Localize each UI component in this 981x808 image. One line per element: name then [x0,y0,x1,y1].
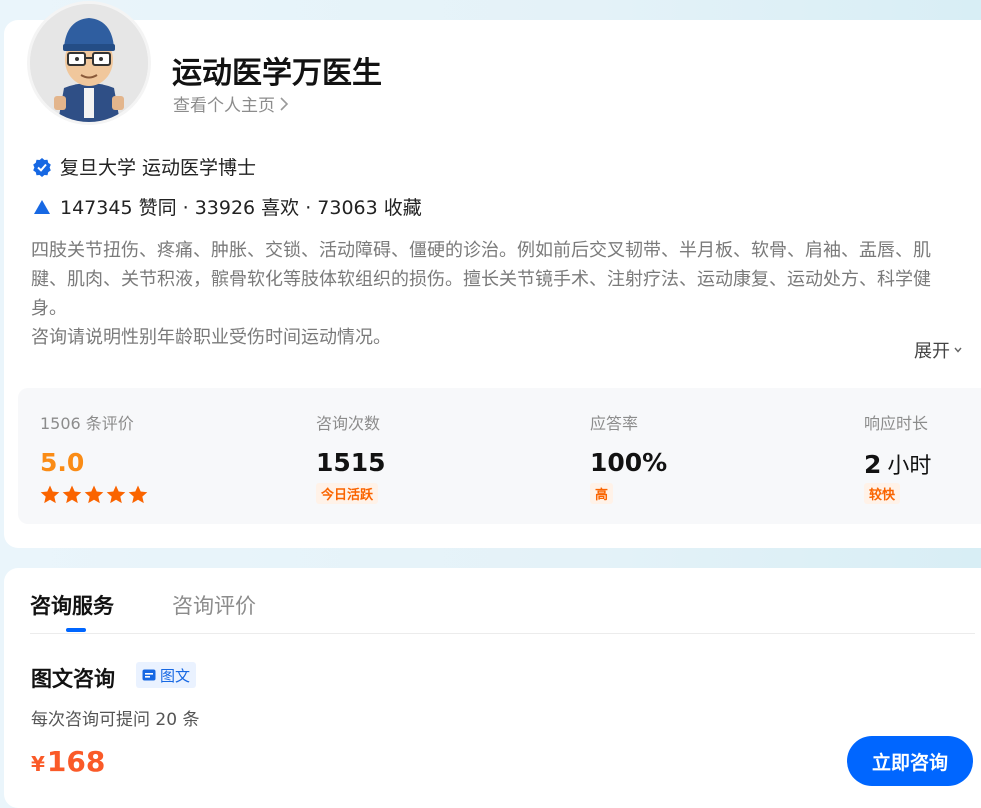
answer-rate-value: 100% [590,448,668,477]
credential-text: 复旦大学 运动医学博士 [60,157,257,179]
answer-rate-label: 应答率 [590,414,639,433]
currency-symbol: ¥ [31,752,45,776]
response-time-value: 2 小时 [864,448,931,480]
service-badge: 图文 [136,662,197,688]
response-time-number: 2 [864,450,882,479]
response-time-tag: 较快 [864,483,901,504]
engagement-text: 147345 赞同 · 33926 喜欢 · 73063 收藏 [60,197,422,219]
consults-value: 1515 [316,448,386,477]
expand-button[interactable]: 展开 [914,337,963,363]
view-homepage-link[interactable]: 查看个人主页 [173,91,289,116]
service-card [4,568,981,808]
expand-label: 展开 [914,341,950,362]
service-price: ¥168 [31,745,105,778]
response-time-unit: 小时 [887,454,932,479]
service-badge-label: 图文 [160,666,191,685]
stats-panel: 1506 条评价 5.0 咨询次数 1515 今日活跃 应答率 100% 高 响… [18,388,981,524]
tab-divider [30,633,975,634]
service-subtitle: 每次咨询可提问 20 条 [31,710,200,730]
triangle-up-icon [34,199,50,214]
star-icon [128,485,148,504]
service-title: 图文咨询 [31,667,115,691]
response-time-label: 响应时长 [864,414,929,433]
view-homepage-label: 查看个人主页 [173,96,275,116]
tab-consult-service[interactable]: 咨询服务 [30,590,114,620]
doctor-description: 四肢关节扭伤、疼痛、肿胀、交锁、活动障碍、僵硬的诊治。例如前后交叉韧带、半月板、… [31,236,956,352]
consult-note: 咨询请说明性别年龄职业受伤时间运动情况。 [31,327,391,348]
star-icon [40,485,60,504]
credential-row: 复旦大学 运动医学博士 [32,153,256,180]
star-icon [84,485,104,504]
price-value: 168 [46,745,106,778]
verified-check-icon [33,157,51,177]
star-icon [106,485,126,504]
rating-value: 5.0 [40,448,85,477]
chevron-down-icon [954,347,962,353]
consult-now-button[interactable]: 立即咨询 [847,736,973,786]
doctor-avatar-illustration [30,4,148,122]
tab-consult-reviews[interactable]: 咨询评价 [172,590,256,620]
active-tab-indicator [66,628,86,632]
consults-tag: 今日活跃 [316,483,379,504]
engagement-row: 147345 赞同 · 33926 喜欢 · 73063 收藏 [32,193,422,220]
chevron-right-icon [280,96,289,111]
avatar[interactable] [30,4,148,122]
description-text: 四肢关节扭伤、疼痛、肿胀、交锁、活动障碍、僵硬的诊治。例如前后交叉韧带、半月板、… [31,240,931,319]
reviews-label: 1506 条评价 [40,414,134,433]
star-icon [62,485,82,504]
doctor-name: 运动医学万医生 [172,56,382,91]
rating-stars [40,485,148,504]
consults-label: 咨询次数 [316,414,381,433]
image-text-icon [142,669,156,681]
answer-rate-tag: 高 [590,483,614,504]
